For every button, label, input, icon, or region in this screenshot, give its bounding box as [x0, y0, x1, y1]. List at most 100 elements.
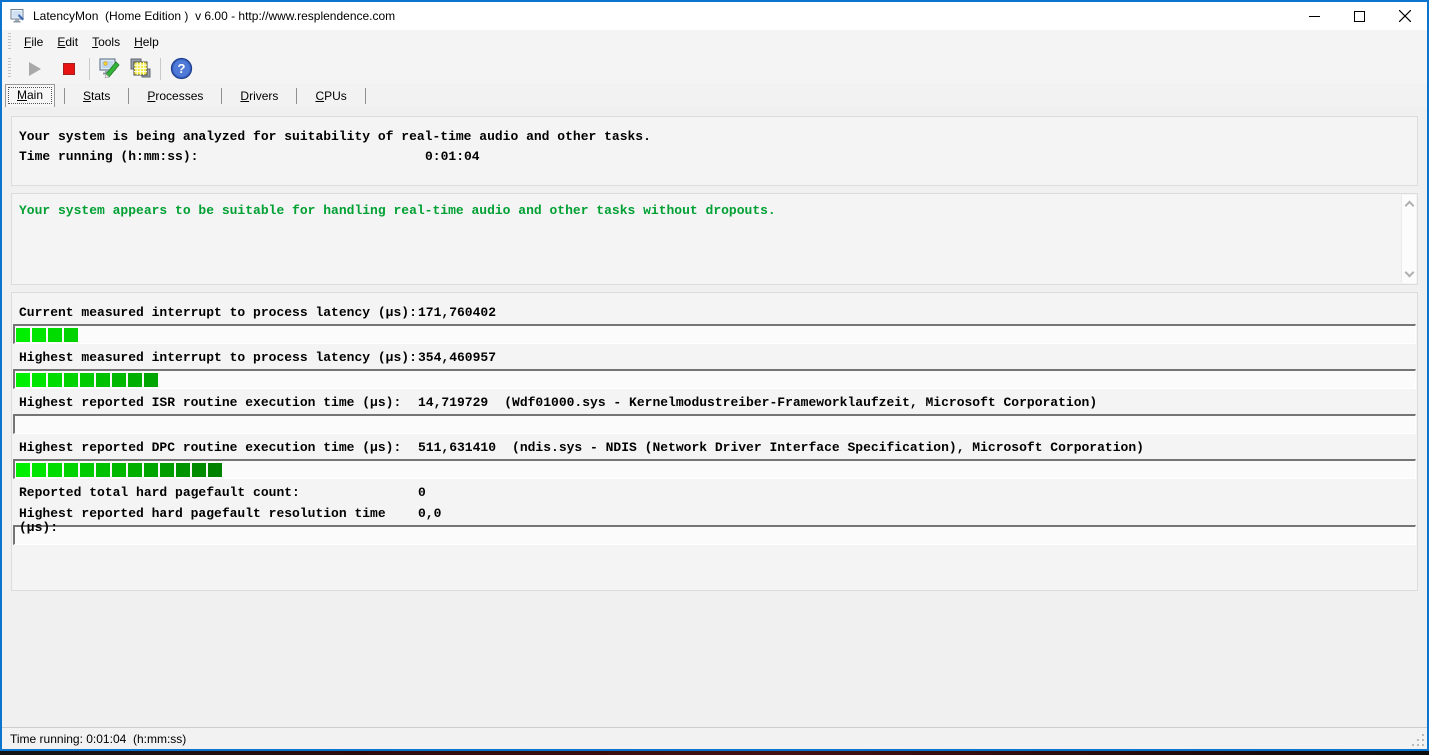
bar-segment	[112, 373, 126, 387]
stat-row: Highest reported hard pagefault resoluti…	[12, 507, 1417, 545]
verdict-text: Your system appears to be suitable for h…	[19, 203, 1401, 218]
verdict-box: Your system appears to be suitable for h…	[11, 193, 1418, 285]
bar-segment	[96, 373, 110, 387]
bar-segment	[32, 373, 46, 387]
app-icon	[10, 8, 26, 24]
tab-processes[interactable]: Processes	[138, 86, 212, 107]
latency-progress-bar	[13, 459, 1416, 479]
bar-segment	[144, 463, 158, 477]
latency-progress-bar	[13, 414, 1416, 434]
bar-segment	[64, 463, 78, 477]
close-button[interactable]	[1382, 2, 1427, 30]
tab-strip: Main Stats Processes Drivers CPUs	[2, 84, 1427, 107]
scroll-down-icon[interactable]	[1404, 268, 1414, 278]
title-bar: LatencyMon (Home Edition ) v 6.00 - http…	[2, 2, 1427, 30]
bar-segment	[128, 373, 142, 387]
bar-segment	[112, 463, 126, 477]
app-window: LatencyMon (Home Edition ) v 6.00 - http…	[0, 0, 1429, 751]
tab-separator	[221, 88, 222, 104]
bar-segment	[80, 463, 94, 477]
stat-row: Highest reported ISR routine execution t…	[12, 396, 1417, 434]
stop-monitor-button[interactable]	[55, 56, 82, 81]
toolbar-separator	[89, 58, 90, 80]
bar-segment	[48, 328, 62, 342]
bar-segment	[32, 463, 46, 477]
menu-bar: File Edit Tools Help	[2, 30, 1427, 53]
tab-separator	[296, 88, 297, 104]
main-panel: Your system is being analyzed for suitab…	[2, 107, 1427, 727]
help-button[interactable]: ?	[168, 56, 195, 81]
bar-segment	[32, 328, 46, 342]
stat-label: Highest reported DPC routine execution t…	[19, 441, 418, 455]
start-monitor-button[interactable]	[21, 56, 48, 81]
bar-segment	[192, 463, 206, 477]
verdict-scrollbar[interactable]	[1401, 195, 1416, 283]
stat-extra-info: (ndis.sys - NDIS (Network Driver Interfa…	[512, 441, 1144, 455]
stacked-windows-icon	[128, 57, 152, 80]
bar-segment	[64, 328, 78, 342]
rebar-gripper[interactable]	[8, 33, 11, 49]
bar-segment	[144, 373, 158, 387]
options-button[interactable]	[97, 56, 124, 81]
tab-stats[interactable]: Stats	[74, 86, 119, 107]
scroll-up-icon[interactable]	[1404, 201, 1414, 211]
stat-extra-info: (Wdf01000.sys - Kernelmodustreiber-Frame…	[504, 396, 1097, 410]
monitor-wand-icon	[98, 57, 123, 80]
tab-cpus[interactable]: CPUs	[306, 86, 355, 107]
play-icon	[29, 62, 41, 76]
bar-segment	[176, 463, 190, 477]
bar-segment	[128, 463, 142, 477]
stop-icon	[63, 63, 75, 75]
stat-label: Current measured interrupt to process la…	[19, 306, 418, 320]
rebar-gripper[interactable]	[8, 58, 11, 80]
tool-bar: ?	[2, 53, 1427, 84]
stats-rows: Current measured interrupt to process la…	[12, 306, 1417, 545]
maximize-icon	[1354, 11, 1365, 22]
stat-label: Reported total hard pagefault count:	[19, 486, 418, 500]
latency-progress-bar	[13, 369, 1416, 389]
time-running-label: Time running (h:mm:ss):	[19, 150, 425, 164]
bar-segment	[208, 463, 222, 477]
window-title: LatencyMon (Home Edition ) v 6.00 - http…	[33, 9, 395, 23]
status-bar: Time running: 0:01:04 (h:mm:ss)	[2, 727, 1427, 749]
bar-segment	[16, 373, 30, 387]
stats-box: Current measured interrupt to process la…	[11, 292, 1418, 591]
analysis-text: Your system is being analyzed for suitab…	[19, 130, 651, 144]
menu-edit[interactable]: Edit	[50, 32, 85, 52]
tab-drivers[interactable]: Drivers	[231, 86, 287, 107]
help-icon: ?	[170, 57, 193, 80]
stat-row: Highest reported DPC routine execution t…	[12, 441, 1417, 479]
resize-grip-icon[interactable]	[1412, 734, 1425, 747]
tab-separator	[365, 88, 366, 104]
stat-value: 511,631410	[418, 441, 496, 455]
bar-segment	[64, 373, 78, 387]
status-text: Time running: 0:01:04 (h:mm:ss)	[10, 732, 186, 746]
desktop-background	[0, 751, 1429, 755]
minimize-icon	[1309, 11, 1320, 22]
bar-segment	[48, 373, 62, 387]
stat-value: 14,719729	[418, 396, 488, 410]
tab-separator	[128, 88, 129, 104]
stat-value: 171,760402	[418, 306, 496, 320]
menu-tools[interactable]: Tools	[85, 32, 127, 52]
stat-value: 354,460957	[418, 351, 496, 365]
menu-help[interactable]: Help	[127, 32, 166, 52]
latency-progress-bar	[13, 324, 1416, 344]
menu-file[interactable]: File	[17, 32, 50, 52]
bar-segment	[16, 463, 30, 477]
bar-segment	[16, 328, 30, 342]
bar-segment	[80, 373, 94, 387]
minimize-button[interactable]	[1292, 2, 1337, 30]
svg-text:?: ?	[178, 61, 186, 76]
stat-row: Highest measured interrupt to process la…	[12, 351, 1417, 389]
stat-label: Highest measured interrupt to process la…	[19, 351, 418, 365]
maximize-button[interactable]	[1337, 2, 1382, 30]
bar-segment	[96, 463, 110, 477]
stat-row: Current measured interrupt to process la…	[12, 306, 1417, 344]
time-running-value: 0:01:04	[425, 150, 480, 164]
bar-segment	[48, 463, 62, 477]
latency-progress-bar	[13, 525, 1416, 545]
tab-separator	[64, 88, 65, 104]
tab-main[interactable]: Main	[5, 84, 55, 107]
report-button[interactable]	[126, 56, 153, 81]
